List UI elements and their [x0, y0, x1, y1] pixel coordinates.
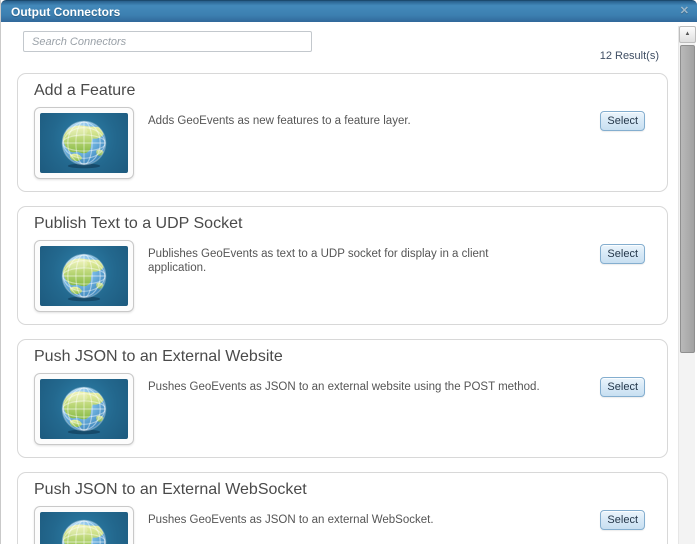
output-connectors-dialog: Output Connectors ✕ 12 Result(s) Add a F… — [0, 0, 700, 544]
connector-card-publish-text-udp: Publish Text to a UDP Socket Publishes G… — [17, 206, 668, 325]
connector-thumbnail — [34, 373, 134, 445]
globe-icon — [40, 113, 128, 173]
connector-title: Publish Text to a UDP Socket — [34, 215, 243, 232]
results-count: 12 Result(s) — [599, 50, 659, 62]
select-button[interactable]: Select — [600, 377, 645, 397]
search-input[interactable] — [23, 31, 312, 52]
select-button[interactable]: Select — [600, 111, 645, 131]
globe-icon — [40, 246, 128, 306]
connector-title: Push JSON to an External Website — [34, 348, 283, 365]
connector-description: Publishes GeoEvents as text to a UDP soc… — [148, 248, 489, 274]
dialog-titlebar: Output Connectors ✕ — [1, 0, 697, 22]
connector-thumbnail — [34, 107, 134, 179]
scrollbar-thumb[interactable] — [680, 45, 695, 353]
connector-card-add-a-feature: Add a Feature Adds GeoEvents as new feat… — [17, 73, 668, 192]
connector-card-push-json-websocket: Push JSON to an External WebSocket Pushe… — [17, 472, 668, 544]
connector-description: Adds GeoEvents as new features to a feat… — [148, 115, 411, 127]
vertical-scrollbar[interactable]: ▲ — [678, 26, 696, 544]
dialog-title: Output Connectors — [11, 5, 121, 19]
connector-thumbnail — [34, 506, 134, 544]
globe-icon — [40, 512, 128, 544]
connector-description: Pushes GeoEvents as JSON to an external … — [148, 514, 434, 526]
connector-thumbnail — [34, 240, 134, 312]
scroll-up-icon[interactable]: ▲ — [679, 26, 696, 43]
connector-title: Push JSON to an External WebSocket — [34, 481, 307, 498]
select-button[interactable]: Select — [600, 510, 645, 530]
close-icon[interactable]: ✕ — [680, 5, 689, 18]
select-button[interactable]: Select — [600, 244, 645, 264]
connector-description: Pushes GeoEvents as JSON to an external … — [148, 381, 540, 393]
connector-title: Add a Feature — [34, 82, 136, 99]
globe-icon — [40, 379, 128, 439]
connector-card-push-json-website: Push JSON to an External Website Pushes … — [17, 339, 668, 458]
